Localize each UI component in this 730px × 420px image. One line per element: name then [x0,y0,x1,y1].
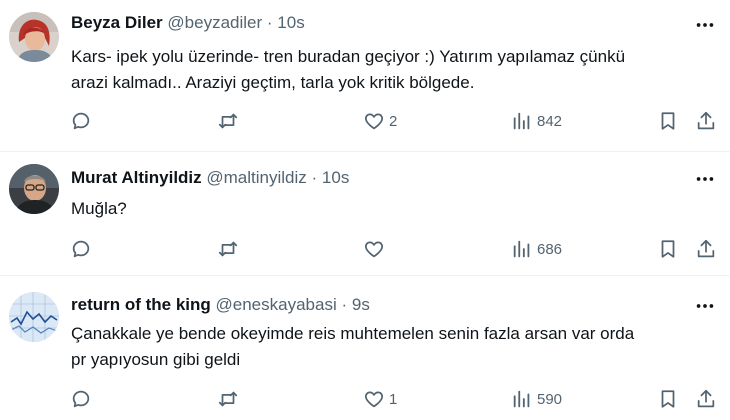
tweet-header: Beyza Diler @beyzadiler · 10s [71,12,690,34]
heart-icon [365,391,383,408]
avatar-blue-chart-image [9,292,59,342]
timestamp[interactable]: 10s [322,168,349,187]
tweet-text-line: arazi kalmadı.. Araziyi geçtim, tarla yo… [71,73,475,92]
heart-icon [365,113,383,130]
reply-icon [72,112,90,130]
share-button[interactable] [695,108,717,134]
views-icon [513,112,530,130]
action-bar: 1 590 [0,386,730,412]
avatar-man-glasses-image [9,164,59,214]
heart-icon [365,241,383,258]
tweet-text-line: Kars- ipek yolu üzerinde- tren buradan g… [71,47,626,66]
tweet-text-line: Çanakkale ye bende okeyimde reis muhteme… [71,324,635,343]
avatar-red-hair-woman-image [9,12,59,62]
reply-icon [72,390,90,408]
display-name[interactable]: Beyza Diler [71,13,163,32]
tweet-text-line: pr yapıyosun gibi geldi [71,350,241,369]
display-name[interactable]: return of the king [71,295,211,314]
bookmark-icon [661,240,675,258]
share-icon [697,111,715,130]
more-icon [696,304,714,308]
reply-button[interactable] [70,386,92,412]
tweet[interactable]: Beyza Diler @beyzadiler · 10s Kars- ipek… [0,0,730,152]
tweet-text: Muğla? [71,196,690,222]
share-button[interactable] [695,386,717,412]
retweet-button[interactable] [217,108,239,134]
like-button[interactable]: 2 [363,108,397,134]
like-button[interactable] [363,236,389,262]
avatar[interactable] [9,292,59,342]
user-handle[interactable]: @maltinyildiz [206,168,306,187]
bookmark-button[interactable] [657,386,679,412]
like-button[interactable]: 1 [363,386,397,412]
display-name[interactable]: Murat Altinyildiz [71,168,202,187]
views-icon [513,390,530,408]
share-button[interactable] [695,236,717,262]
retweet-icon [218,391,238,407]
separator-dot: · [341,295,348,314]
separator-dot: · [266,13,273,32]
bookmark-icon [661,390,675,408]
retweet-icon [218,241,238,257]
more-button[interactable] [694,14,716,36]
views-button[interactable]: 686 [511,236,562,262]
more-icon [696,177,714,181]
bookmark-button[interactable] [657,108,679,134]
tweet-header: Murat Altinyildiz @maltinyildiz · 10s [71,167,690,189]
views-button[interactable]: 842 [511,108,562,134]
retweet-icon [218,113,238,129]
retweet-button[interactable] [217,236,239,262]
timestamp[interactable]: 9s [352,295,370,314]
tweet-header: return of the king @eneskayabasi · 9s [71,294,690,316]
timestamp[interactable]: 10s [277,13,304,32]
avatar[interactable] [9,12,59,62]
tweet-text: Çanakkale ye bende okeyimde reis muhteme… [71,321,690,373]
bookmark-icon [661,112,675,130]
tweet[interactable]: return of the king @eneskayabasi · 9s Ça… [0,276,730,420]
reply-icon [72,240,90,258]
tweet-text: Kars- ipek yolu üzerinde- tren buradan g… [71,44,690,96]
separator-dot: · [311,168,318,187]
reply-button[interactable] [70,108,92,134]
more-icon [696,23,714,27]
action-bar: 686 [0,236,730,262]
view-count: 842 [537,112,563,130]
avatar[interactable] [9,164,59,214]
share-icon [697,239,715,258]
view-count: 590 [537,390,563,408]
views-button[interactable]: 590 [511,386,562,412]
more-button[interactable] [694,168,716,190]
action-bar: 2 842 [0,108,730,134]
user-handle[interactable]: @eneskayabasi [216,295,337,314]
reply-button[interactable] [70,236,92,262]
tweet-feed: Beyza Diler @beyzadiler · 10s Kars- ipek… [0,0,730,420]
share-icon [697,389,715,408]
tweet[interactable]: Murat Altinyildiz @maltinyildiz · 10s Mu… [0,152,730,276]
views-icon [513,240,530,258]
like-count: 2 [389,112,398,130]
more-button[interactable] [694,295,716,317]
bookmark-button[interactable] [657,236,679,262]
view-count: 686 [537,240,563,258]
tweet-text-line: Muğla? [71,199,127,218]
user-handle[interactable]: @beyzadiler [167,13,262,32]
retweet-button[interactable] [217,386,239,412]
like-count: 1 [389,390,398,408]
